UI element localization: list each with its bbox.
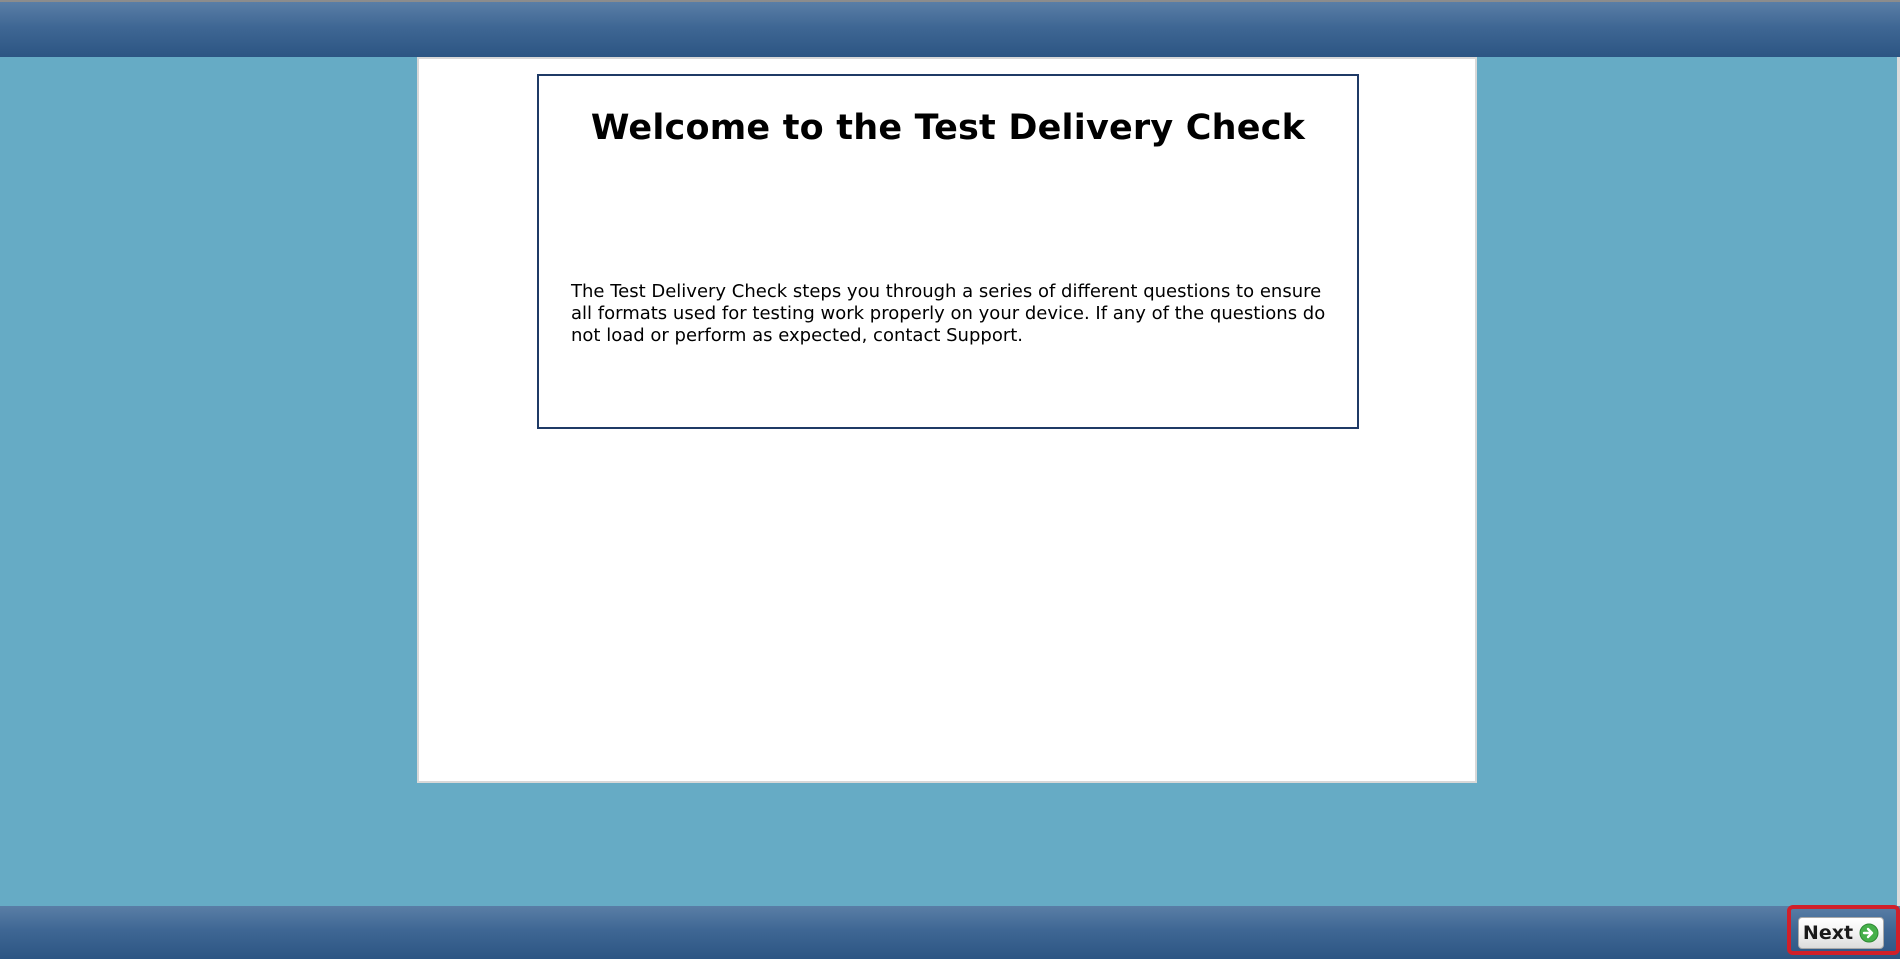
arrow-right-circle-icon <box>1859 923 1879 943</box>
welcome-description: The Test Delivery Check steps you throug… <box>571 281 1326 346</box>
bottom-bar <box>0 906 1900 959</box>
next-button[interactable]: Next <box>1798 917 1884 949</box>
welcome-box: Welcome to the Test Delivery Check The T… <box>537 74 1359 429</box>
next-button-label: Next <box>1802 922 1854 944</box>
content-panel: Welcome to the Test Delivery Check The T… <box>417 57 1477 783</box>
welcome-title: Welcome to the Test Delivery Check <box>590 108 1306 148</box>
top-bar <box>0 0 1900 57</box>
